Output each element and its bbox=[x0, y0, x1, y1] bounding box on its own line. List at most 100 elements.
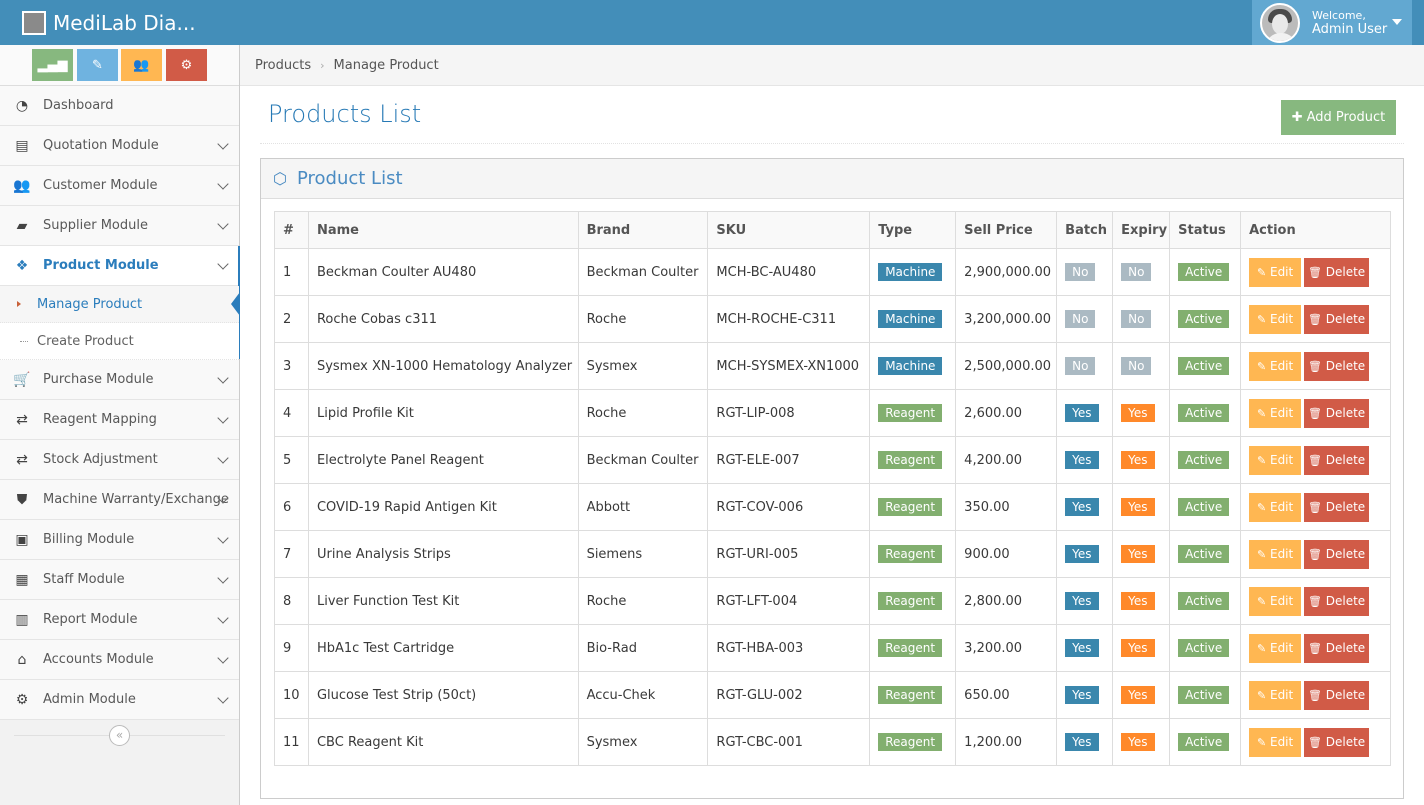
sidebar-item-machine-warranty-exchange[interactable]: ⛊ Machine Warranty/Exchange bbox=[0, 480, 239, 520]
action-cell: ✎ Edit 🗑 Delete bbox=[1240, 295, 1391, 343]
column-header-batch[interactable]: Batch bbox=[1056, 211, 1114, 249]
edit-label: Edit bbox=[1269, 358, 1294, 373]
trash-icon: 🗑 bbox=[1307, 265, 1322, 279]
delete-button[interactable]: 🗑 Delete bbox=[1304, 445, 1370, 475]
row-number: 6 bbox=[274, 483, 309, 531]
sidebar-item-customer-module[interactable]: 👥 Customer Module bbox=[0, 166, 239, 206]
sidebar-shortcuts: ▂▄▆ ✎ 👥 ⚙ bbox=[0, 45, 239, 86]
edit-button[interactable]: ✎ Edit bbox=[1249, 304, 1302, 334]
sidebar-item-purchase-module[interactable]: 🛒 Purchase Module bbox=[0, 360, 239, 400]
edit-button[interactable]: ✎ Edit bbox=[1249, 680, 1302, 710]
caret-right-icon bbox=[17, 301, 21, 307]
sidebar-item-accounts-module[interactable]: ⌂ Accounts Module bbox=[0, 640, 239, 680]
shortcut-users-button[interactable]: 👥 bbox=[121, 49, 162, 81]
brand[interactable]: MediLab Dia... bbox=[22, 10, 196, 36]
type-badge: Reagent bbox=[878, 404, 943, 422]
delete-button[interactable]: 🗑 Delete bbox=[1304, 398, 1370, 428]
delete-button[interactable]: 🗑 Delete bbox=[1304, 539, 1370, 569]
edit-button[interactable]: ✎ Edit bbox=[1249, 257, 1302, 287]
brand-title: MediLab Dia... bbox=[53, 11, 196, 35]
chevron-down-icon bbox=[217, 178, 229, 190]
sidebar-item-label: Reagent Mapping bbox=[43, 412, 157, 427]
column-header-expiry[interactable]: Expiry bbox=[1112, 211, 1171, 249]
edit-label: Edit bbox=[1269, 405, 1294, 420]
shortcut-stats-button[interactable]: ▂▄▆ bbox=[32, 49, 73, 81]
sidebar-item-quotation-module[interactable]: ▤ Quotation Module bbox=[0, 126, 239, 166]
row-number: 10 bbox=[274, 671, 309, 719]
page-header: Products List ✚ Add Product bbox=[260, 86, 1404, 144]
edit-icon: ✎ bbox=[1256, 688, 1267, 702]
breadcrumb-products[interactable]: Products bbox=[255, 58, 311, 73]
column-header-brand[interactable]: Brand bbox=[577, 211, 709, 249]
expiry-cell: Yes bbox=[1112, 530, 1171, 578]
delete-button[interactable]: 🗑 Delete bbox=[1304, 633, 1370, 663]
add-product-button[interactable]: ✚ Add Product bbox=[1281, 100, 1396, 135]
delete-button[interactable]: 🗑 Delete bbox=[1304, 586, 1370, 616]
sidebar-item-stock-adjustment[interactable]: ⇄ Stock Adjustment bbox=[0, 440, 239, 480]
edit-button[interactable]: ✎ Edit bbox=[1249, 633, 1302, 663]
delete-button[interactable]: 🗑 Delete bbox=[1304, 680, 1370, 710]
edit-button[interactable]: ✎ Edit bbox=[1249, 445, 1302, 475]
edit-button[interactable]: ✎ Edit bbox=[1249, 398, 1302, 428]
briefcase-icon: ▦ bbox=[15, 571, 29, 588]
submenu-item-create-product[interactable]: Create Product bbox=[0, 323, 239, 360]
sidebar-item-product-module[interactable]: ❖ Product Module bbox=[0, 246, 240, 359]
edit-button[interactable]: ✎ Edit bbox=[1249, 492, 1302, 522]
status-cell: Active bbox=[1169, 295, 1242, 343]
trash-icon: 🗑 bbox=[1307, 500, 1322, 514]
status-cell: Active bbox=[1169, 389, 1242, 437]
sell-price: 3,200.00 bbox=[955, 624, 1058, 672]
product-type: Reagent bbox=[869, 624, 957, 672]
sidebar-item-supplier-module[interactable]: ▰ Supplier Module bbox=[0, 206, 239, 246]
shortcut-pencil-button[interactable]: ✎ bbox=[77, 49, 118, 81]
batch-cell: No bbox=[1056, 248, 1114, 296]
sidebar-item-reagent-mapping[interactable]: ⇄ Reagent Mapping bbox=[0, 400, 239, 440]
sidebar-item-billing-module[interactable]: ▣ Billing Module bbox=[0, 520, 239, 560]
table-row: 11 CBC Reagent Kit Sysmex RGT-CBC-001 Reagen… bbox=[274, 718, 1391, 766]
delete-button[interactable]: 🗑 Delete bbox=[1304, 257, 1370, 287]
sidebar-item-staff-module[interactable]: ▦ Staff Module bbox=[0, 560, 239, 600]
delete-button[interactable]: 🗑 Delete bbox=[1304, 351, 1370, 381]
column-header-number[interactable]: # bbox=[274, 211, 309, 249]
column-header-status[interactable]: Status bbox=[1169, 211, 1242, 249]
sidebar-item-label: Billing Module bbox=[43, 532, 135, 547]
batch-badge: Yes bbox=[1065, 545, 1099, 563]
user-menu[interactable]: Welcome, Admin User bbox=[1252, 0, 1412, 45]
column-header-action[interactable]: Action bbox=[1240, 211, 1391, 249]
sell-price: 650.00 bbox=[955, 671, 1058, 719]
double-angle-left-icon[interactable]: « bbox=[109, 725, 130, 746]
submenu-item-manage-product[interactable]: Manage Product bbox=[0, 286, 240, 323]
delete-button[interactable]: 🗑 Delete bbox=[1304, 492, 1370, 522]
column-header-type[interactable]: Type bbox=[869, 211, 957, 249]
edit-label: Edit bbox=[1269, 311, 1294, 326]
action-cell: ✎ Edit 🗑 Delete bbox=[1240, 718, 1391, 766]
edit-button[interactable]: ✎ Edit bbox=[1249, 727, 1302, 757]
edit-button[interactable]: ✎ Edit bbox=[1249, 351, 1302, 381]
delete-button[interactable]: 🗑 Delete bbox=[1304, 727, 1370, 757]
edit-icon: ✎ bbox=[1256, 641, 1267, 655]
status-badge: Active bbox=[1178, 686, 1230, 704]
add-product-label: Add Product bbox=[1306, 110, 1386, 125]
sidebar-item-dashboard[interactable]: ◔ Dashboard bbox=[0, 86, 239, 126]
sidebar-item-admin-module[interactable]: ⚙ Admin Module bbox=[0, 680, 239, 720]
column-header-sku[interactable]: SKU bbox=[707, 211, 871, 249]
edit-button[interactable]: ✎ Edit bbox=[1249, 586, 1302, 616]
edit-icon: ✎ bbox=[1256, 312, 1267, 326]
expiry-cell: Yes bbox=[1112, 389, 1171, 437]
edit-button[interactable]: ✎ Edit bbox=[1249, 539, 1302, 569]
status-cell: Active bbox=[1169, 530, 1242, 578]
delete-button[interactable]: 🗑 Delete bbox=[1304, 304, 1370, 334]
trash-icon: 🗑 bbox=[1307, 641, 1322, 655]
shortcut-cogs-button[interactable]: ⚙ bbox=[166, 49, 207, 81]
chevron-down-icon bbox=[217, 652, 229, 664]
product-sku: MCH-SYSMEX-XN1000 bbox=[707, 342, 871, 390]
column-header-name[interactable]: Name bbox=[307, 211, 579, 249]
sidebar-item-label: Product Module bbox=[43, 258, 159, 273]
sidebar-item-label: Dashboard bbox=[43, 98, 114, 113]
sidebar-item-label: Purchase Module bbox=[43, 372, 154, 387]
column-header-sell-price[interactable]: Sell Price bbox=[955, 211, 1058, 249]
active-arrow bbox=[231, 292, 240, 316]
sidebar-item-report-module[interactable]: ▥ Report Module bbox=[0, 600, 239, 640]
table-row: 3 Sysmex XN-1000 Hematology Analyzer Sysme… bbox=[274, 342, 1391, 390]
delete-label: Delete bbox=[1325, 499, 1366, 514]
